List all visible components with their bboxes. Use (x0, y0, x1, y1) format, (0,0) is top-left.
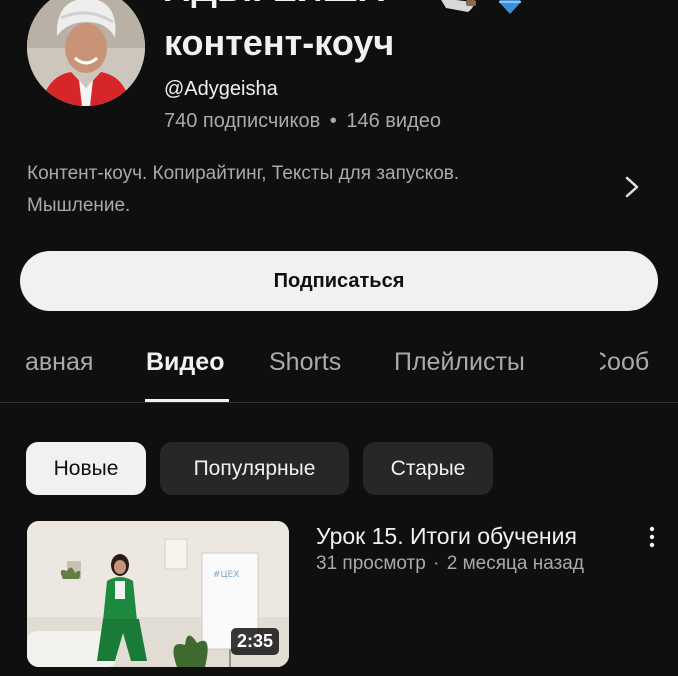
video-age: 2 месяца назад (446, 553, 584, 574)
channel-title-top: АДЫГЕЙША (164, 0, 385, 8)
description-line: Мышление. (27, 195, 131, 216)
channel-title: контент-коуч (164, 22, 395, 63)
channel-stats: 740 подписчиков • 146 видео (164, 110, 441, 133)
video-duration-badge: 2:35 (230, 628, 279, 655)
tab-videos[interactable]: Видео (146, 348, 224, 377)
video-views: 31 просмотр (316, 553, 426, 574)
active-tab-indicator (145, 399, 229, 402)
filter-chip-oldest[interactable]: Старые (363, 442, 493, 495)
tab-community[interactable]: Сооб (600, 348, 651, 377)
chevron-right-icon[interactable] (618, 172, 646, 202)
video-count: 146 видео (346, 110, 441, 132)
gem-emoji-icon (499, 0, 521, 14)
tab-home[interactable]: авная (25, 348, 93, 377)
video-thumbnail[interactable]: #ЦЕХ 2:35 (27, 521, 289, 667)
description-line: Контент-коуч. Копирайтинг, Тексты для за… (27, 163, 460, 184)
filter-chip-newest[interactable]: Новые (26, 442, 146, 495)
channel-description[interactable]: Контент-коуч. Копирайтинг, Тексты для за… (27, 158, 587, 222)
stats-separator: • (329, 110, 337, 132)
meta-separator: · (433, 553, 440, 574)
tab-playlists[interactable]: Плейлисты (394, 348, 525, 377)
flipchart-text: #ЦЕХ (213, 570, 239, 580)
video-meta: 31 просмотр · 2 месяца назад (316, 553, 584, 575)
knife-emoji-icon (441, 0, 476, 12)
channel-tabs: авная Видео Shorts Плейлисты Сооб (0, 330, 678, 403)
tab-shorts[interactable]: Shorts (269, 348, 341, 377)
channel-avatar[interactable] (27, 0, 145, 106)
subscriber-count: 740 подписчиков (164, 110, 321, 132)
channel-handle: @Adygeisha (164, 78, 278, 100)
more-vert-icon[interactable] (640, 524, 664, 550)
subscribe-button[interactable]: Подписаться (20, 251, 658, 311)
tab-community-clip: Сооб (600, 330, 678, 402)
video-title[interactable]: Урок 15. Итоги обучения (316, 523, 577, 550)
filter-chip-popular[interactable]: Популярные (160, 442, 349, 495)
